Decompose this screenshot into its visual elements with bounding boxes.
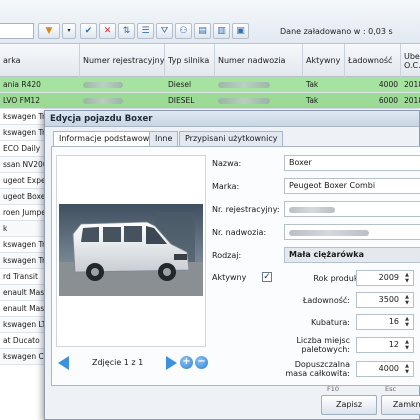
spinner[interactable]: ▲ ▼ — [402, 294, 412, 306]
column-header-nr-nadwozia[interactable]: Numer nadwozia — [215, 44, 303, 77]
previous-photo-icon[interactable] — [58, 356, 69, 370]
spinner[interactable]: ▲ ▼ — [402, 363, 412, 375]
table-cell: Diesel — [168, 80, 192, 89]
tab-przypisani-uzytkownicy[interactable]: Przypisani użytkownicy — [179, 131, 284, 146]
binoculars-icon: ⚇ — [179, 25, 188, 36]
close-shortcut-hint: Esc — [385, 385, 397, 393]
save-shortcut-hint: F10 — [327, 385, 340, 393]
aktywny-label: Aktywny — [212, 273, 247, 282]
table-cell — [215, 77, 303, 93]
tab-inne[interactable]: Inne — [149, 131, 179, 146]
nr-nadwozia-label: Nr. nadwozia: — [212, 228, 267, 237]
kubatura-label: Kubatura: — [311, 318, 350, 327]
marka-label: Marka: — [212, 182, 240, 191]
photo-navigation: Zdjęcie 1 z 1 + − — [56, 353, 208, 373]
search-input[interactable] — [0, 23, 34, 39]
export-icon: ▤ — [198, 25, 207, 36]
sort-button[interactable]: ⇅ — [118, 23, 135, 39]
liczba-miejsc-paletowych-label: Liczba miejsc paletowych: — [296, 336, 350, 354]
column-header-marka[interactable]: arka — [0, 44, 80, 77]
spinner[interactable]: ▲ ▼ — [402, 316, 412, 328]
load-status: Dane załadowano w : 0,03 s — [280, 27, 393, 36]
chevron-down-icon: ▾ — [67, 27, 71, 34]
nazwa-field[interactable]: Boxer — [284, 155, 420, 171]
approve-button[interactable]: ✔ — [80, 23, 97, 39]
table-cell — [80, 93, 165, 109]
close-button[interactable]: Zamknij — [381, 395, 420, 415]
column-header-ladownosc[interactable]: Ładowność — [345, 44, 401, 77]
ladownosc-field[interactable]: 3500 ▲ ▼ — [356, 292, 414, 308]
grid-header: arka Numer rejestracyjny Typ silnika Num… — [0, 44, 420, 77]
list-view-button[interactable]: ☰ — [137, 23, 154, 39]
column-header-ubezpieczenie[interactable]: Ubez O.C. — [401, 44, 420, 77]
funnel-icon: ⛛ — [160, 25, 169, 36]
delete-button[interactable]: ✕ — [99, 23, 116, 39]
nr-rejestracyjny-field[interactable] — [284, 201, 420, 217]
column-header-nr-rejestracyjny[interactable]: Numer rejestracyjny — [80, 44, 165, 77]
redacted-text — [218, 98, 270, 104]
settings-button[interactable]: ▣ — [232, 23, 249, 39]
dopuszczalna-masa-field[interactable]: 4000 ▲ ▼ — [356, 361, 414, 377]
table-cell — [80, 77, 165, 93]
spinner[interactable]: ▲ ▼ — [402, 339, 412, 351]
dialog-title: Edycja pojazdu Boxer — [45, 111, 419, 127]
table-cell: 2018 — [404, 80, 420, 89]
rok-produkcji-field[interactable]: 2009 ▲ ▼ — [356, 270, 414, 286]
marka-field[interactable]: Peugeot Boxer Combi — [284, 178, 420, 194]
nr-rejestracyjny-label: Nr. rejestracyjny: — [212, 205, 280, 214]
table-cell — [215, 93, 303, 109]
table-cell: Tak — [306, 96, 319, 105]
table-cell: ania R420 — [3, 80, 41, 89]
column-header-typ-silnika[interactable]: Typ silnika — [165, 44, 215, 77]
print-icon: ▥ — [217, 25, 226, 36]
liczba-miejsc-paletowych-field[interactable]: 12 ▲ ▼ — [356, 337, 414, 353]
find-button[interactable]: ⚇ — [175, 23, 192, 39]
table-cell: Tak — [306, 80, 319, 89]
redacted-text — [218, 82, 270, 88]
aktywny-checkbox[interactable]: ✓ — [262, 272, 272, 282]
print-button[interactable]: ▥ — [213, 23, 230, 39]
column-header-aktywny[interactable]: Aktywny — [303, 44, 345, 77]
next-photo-icon[interactable] — [166, 356, 177, 370]
redacted-text — [83, 82, 123, 88]
photo-counter: Zdjęcie 1 z 1 — [92, 358, 144, 367]
tab-panel-basic: Zdjęcie 1 z 1 + − Nazwa: Boxer Marka: Pe… — [51, 146, 420, 386]
list-icon: ☰ — [141, 25, 150, 36]
filter-dropdown-button[interactable]: ▼ — [38, 23, 60, 39]
export-button[interactable]: ▤ — [194, 23, 211, 39]
redacted-text — [83, 98, 123, 104]
funnel-icon: ▼ — [45, 25, 53, 36]
spinner[interactable]: ▲ ▼ — [402, 272, 412, 284]
sort-icon: ⇅ — [122, 25, 131, 36]
close-icon: ✕ — [103, 25, 112, 36]
check-icon: ✔ — [84, 25, 93, 36]
settings-icon: ▣ — [236, 25, 245, 36]
dopuszczalna-masa-label: Dopuszczalna masa całkowita: — [285, 360, 350, 378]
redacted-text — [289, 230, 369, 236]
add-photo-button[interactable]: + — [180, 356, 193, 369]
vehicle-photo — [59, 204, 203, 296]
save-button[interactable]: Zapisz — [321, 395, 377, 415]
table-cell: 6000 — [378, 96, 398, 105]
vehicle-edit-dialog: Edycja pojazdu Boxer Informacje podstawo… — [44, 110, 420, 420]
table-cell: 4000 — [378, 80, 398, 89]
remove-photo-button[interactable]: − — [195, 356, 208, 369]
table-cell: DIESEL — [168, 96, 195, 105]
ladownosc-label: Ładowność: — [302, 296, 350, 305]
nazwa-label: Nazwa: — [212, 159, 242, 168]
photo-frame — [56, 155, 206, 347]
table-row[interactable]: LVO FM12 DIESEL Tak 6000 2018 — [0, 93, 420, 109]
table-cell: 2018 — [404, 96, 420, 105]
advanced-filter-button[interactable]: ⛛ — [156, 23, 173, 39]
filter-options-button[interactable]: ▾ — [62, 23, 76, 39]
nr-nadwozia-field[interactable] — [284, 224, 420, 240]
tab-informacje-podstawowe[interactable]: Informacje podstawowe — [53, 131, 161, 147]
kubatura-field[interactable]: 16 ▲ ▼ — [356, 314, 414, 330]
table-cell: LVO FM12 — [3, 96, 40, 105]
table-row[interactable]: ania R420 Diesel Tak 4000 2018 — [0, 77, 420, 93]
rodzaj-select[interactable]: Mała ciężarówka — [284, 247, 420, 263]
redacted-text — [289, 207, 335, 213]
toolbar: ▼ ▾ ✔ ✕ ⇅ ☰ ⛛ ⚇ ▤ ▥ ▣ Dane załadowano w … — [0, 0, 420, 44]
rodzaj-label: Rodzaj: — [212, 251, 242, 260]
